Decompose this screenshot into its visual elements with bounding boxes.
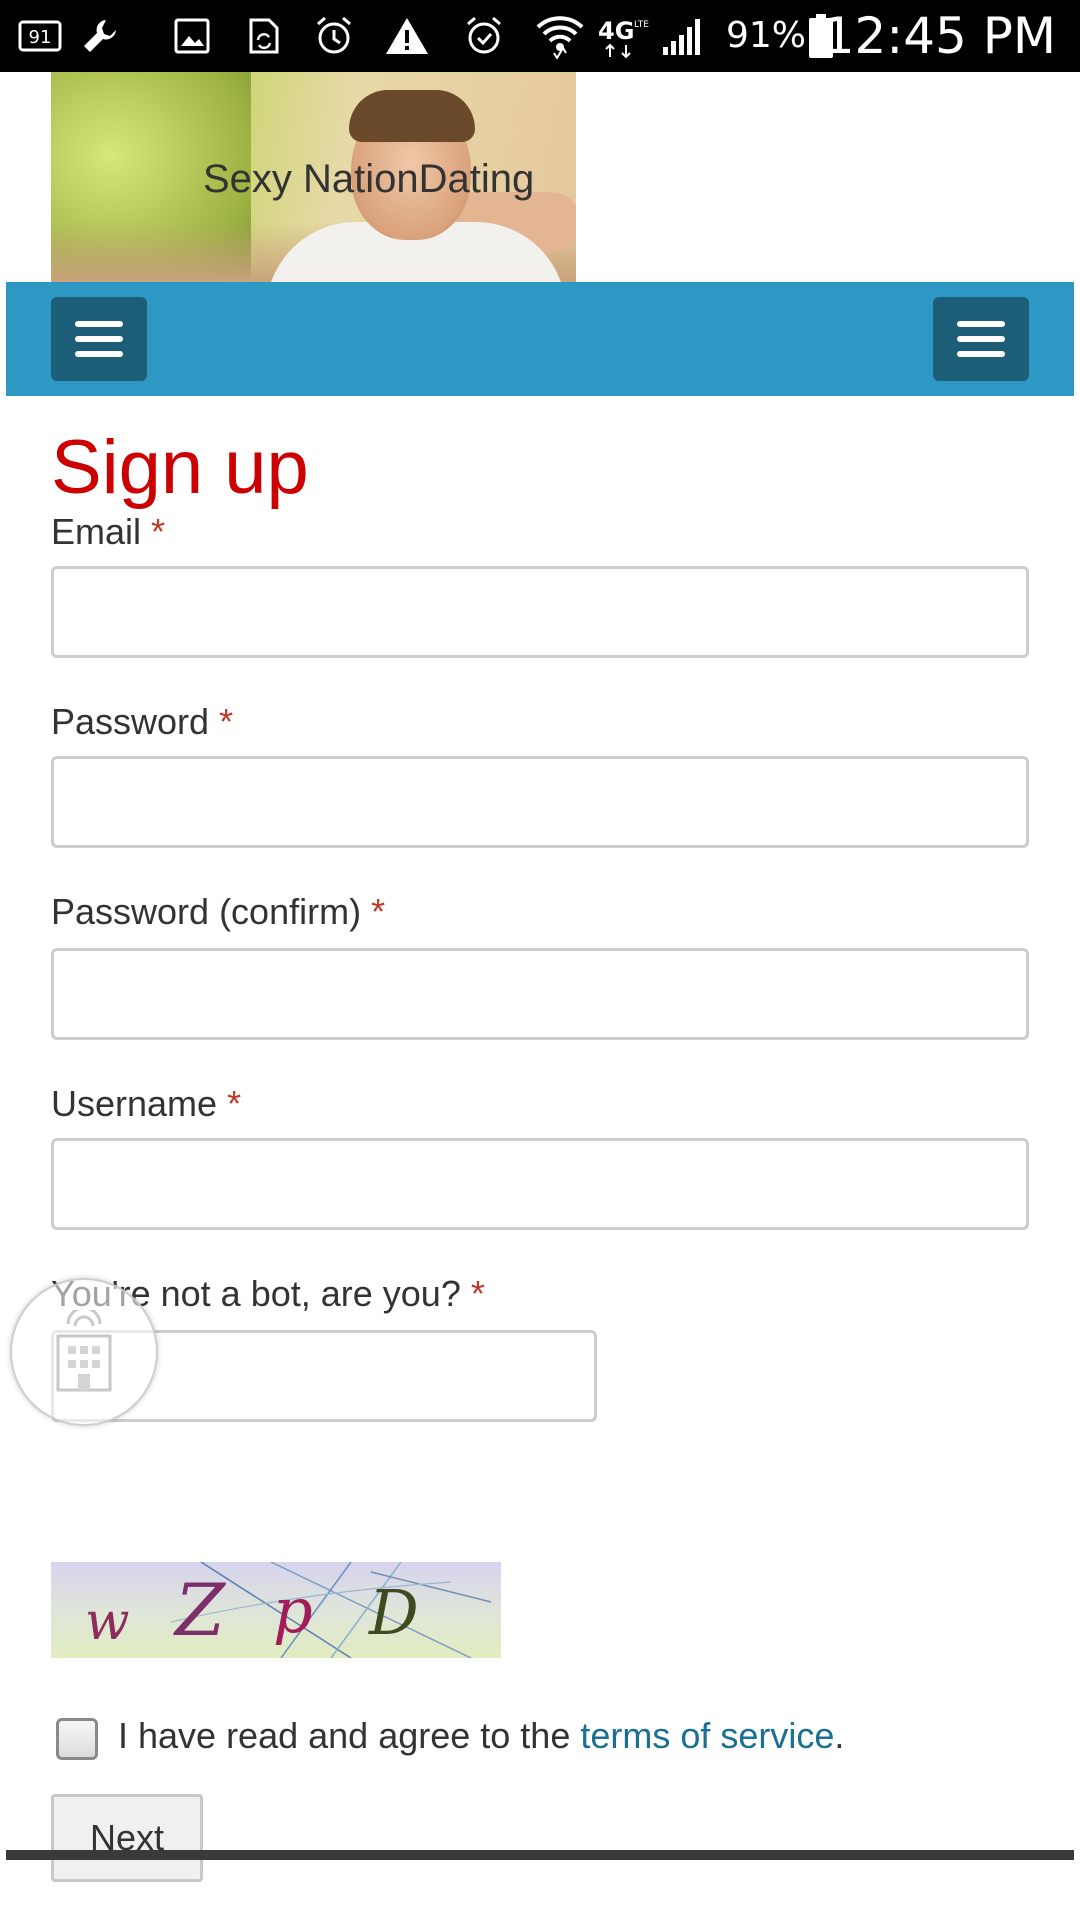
warning-icon (384, 0, 430, 72)
signal-icon (660, 0, 710, 72)
lte-icon: 4G LTE (596, 0, 654, 72)
hamburger-menu-icon-bar (75, 351, 123, 357)
captcha-image: w Z p D (51, 1562, 501, 1658)
email-label: Email * (51, 510, 165, 554)
captcha-char: w (85, 1592, 130, 1652)
wifi-icon (534, 0, 586, 72)
terms-text: I have read and agree to the terms of se… (118, 1714, 844, 1758)
terms-checkbox[interactable] (56, 1718, 98, 1760)
username-label-text: Username (51, 1083, 218, 1124)
right-menu-toggle-button[interactable] (933, 297, 1029, 381)
hamburger-menu-icon-bar (75, 336, 123, 342)
captcha-char: D (369, 1576, 419, 1649)
next-button[interactable]: Next (51, 1794, 203, 1882)
left-menu-toggle-button[interactable] (51, 297, 147, 381)
floating-overlay-bubble[interactable] (10, 1278, 158, 1426)
email-label-text: Email (51, 511, 142, 552)
password-confirm-label-text: Password (confirm) (51, 891, 362, 932)
web-page: Sexy NationDating Sign up Email * Passwor… (6, 72, 1074, 1882)
password-input[interactable] (51, 756, 1029, 848)
required-marker: * (227, 1083, 242, 1124)
sync-icon (242, 0, 286, 72)
site-title[interactable]: Sexy NationDating (203, 155, 534, 203)
captcha-char: Z (175, 1568, 226, 1652)
password-label: Password * (51, 700, 233, 744)
battery-percent: 91% (726, 15, 807, 56)
hamburger-menu-icon (75, 321, 123, 327)
navbar (6, 282, 1074, 396)
password-label-text: Password (51, 701, 210, 742)
required-marker: * (151, 511, 166, 552)
required-marker: * (371, 891, 386, 932)
svg-text:4G: 4G (598, 17, 634, 45)
site-banner[interactable]: Sexy NationDating (51, 72, 576, 282)
footer-divider (6, 1850, 1074, 1860)
required-marker: * (470, 1273, 485, 1314)
status-bar: 91 4G LTE 91% 12:45 PM (0, 0, 1080, 72)
terms-suffix: . (834, 1715, 845, 1756)
required-marker: * (219, 701, 234, 742)
clock: 12:45 PM (822, 7, 1056, 65)
hamburger-menu-icon-bar (957, 351, 1005, 357)
password-confirm-label: Password (confirm) * (51, 890, 385, 934)
building-icon (56, 1310, 112, 1392)
svg-text:LTE: LTE (634, 20, 649, 30)
notification-count-icon: 91 (18, 0, 62, 72)
hamburger-menu-icon-bar (957, 336, 1005, 342)
banner-photo-hair (349, 90, 475, 142)
terms-of-service-link[interactable]: terms of service (580, 1715, 834, 1756)
password-confirm-input[interactable] (51, 948, 1029, 1040)
username-label: Username * (51, 1082, 241, 1126)
terms-row: I have read and agree to the terms of se… (51, 1712, 1029, 1768)
username-input[interactable] (51, 1138, 1029, 1230)
page-title: Sign up (51, 425, 309, 510)
alarm-icon (312, 0, 356, 72)
email-input[interactable] (51, 566, 1029, 658)
wrench-icon (78, 0, 122, 72)
terms-prefix: I have read and agree to the (118, 1715, 581, 1756)
captcha-char: p (273, 1574, 313, 1647)
hamburger-menu-icon (957, 321, 1005, 327)
image-icon (170, 0, 214, 72)
alarm-icon (462, 0, 506, 72)
svg-text:91: 91 (29, 27, 52, 48)
